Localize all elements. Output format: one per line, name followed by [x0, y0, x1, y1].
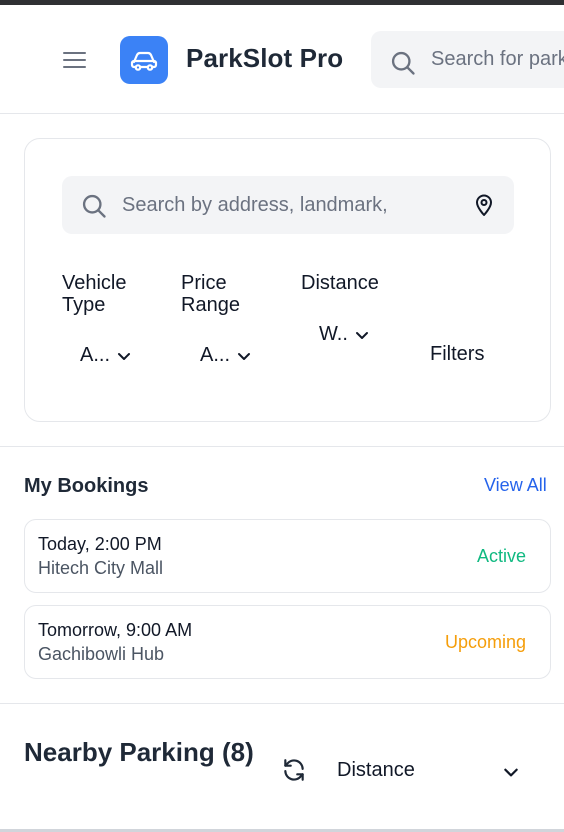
search-icon [391, 51, 415, 75]
booking-time: Tomorrow, 9:00 AM [38, 620, 193, 640]
booking-location: Gachibowli Hub [38, 644, 165, 664]
vehicle-type-select[interactable]: A... [80, 344, 132, 367]
nearby-parking-heading: Nearby Parking (8) [24, 737, 254, 767]
app-header: ParkSlot Pro [0, 5, 564, 114]
view-all-link[interactable]: View All [484, 475, 547, 496]
section-divider [0, 703, 564, 704]
sort-by-select[interactable]: Distance [322, 747, 532, 793]
section-divider [0, 446, 564, 447]
hamburger-icon[interactable] [62, 50, 88, 70]
map-pin-icon[interactable] [472, 193, 496, 217]
booking-status-badge: Upcoming [444, 632, 526, 652]
search-icon [82, 194, 106, 218]
booking-location: Hitech City Mall [38, 558, 164, 578]
my-bookings-heading: My Bookings [24, 475, 149, 497]
app-title: ParkSlot Pro [186, 43, 344, 73]
price-range-select[interactable]: A... [200, 344, 252, 367]
vehicle-type-value: A... [80, 344, 111, 366]
filters-button[interactable]: Filters [430, 343, 484, 366]
header-search-input[interactable] [431, 31, 564, 88]
location-search-input[interactable] [122, 176, 452, 234]
price-range-label: Price Range [181, 272, 240, 316]
price-range-value: A... [200, 344, 231, 366]
app-logo [120, 36, 168, 84]
vehicle-type-label: Vehicle Type [62, 272, 127, 316]
distance-value: W.. [319, 323, 348, 345]
chevron-down-icon [504, 768, 518, 777]
chevron-down-icon [118, 352, 131, 360]
chevron-down-icon [238, 352, 251, 360]
booking-status-badge: Active [476, 546, 526, 566]
chevron-down-icon [355, 331, 368, 339]
booking-card[interactable]: Tomorrow, 9:00 AM Gachibowli Hub Upcomin… [24, 605, 551, 679]
sort-by-value: Distance [337, 759, 415, 781]
booking-time: Today, 2:00 PM [38, 534, 162, 554]
location-search-bar[interactable] [62, 176, 514, 234]
booking-card[interactable]: Today, 2:00 PM Hitech City Mall Active [24, 519, 551, 593]
distance-label: Distance [301, 272, 379, 294]
car-icon [130, 51, 158, 71]
refresh-icon[interactable] [281, 757, 307, 783]
search-filter-card: Vehicle Type A... Price Range A... Dista… [24, 138, 551, 422]
distance-select[interactable]: W.. [319, 323, 370, 346]
header-search-bar[interactable] [371, 31, 564, 88]
